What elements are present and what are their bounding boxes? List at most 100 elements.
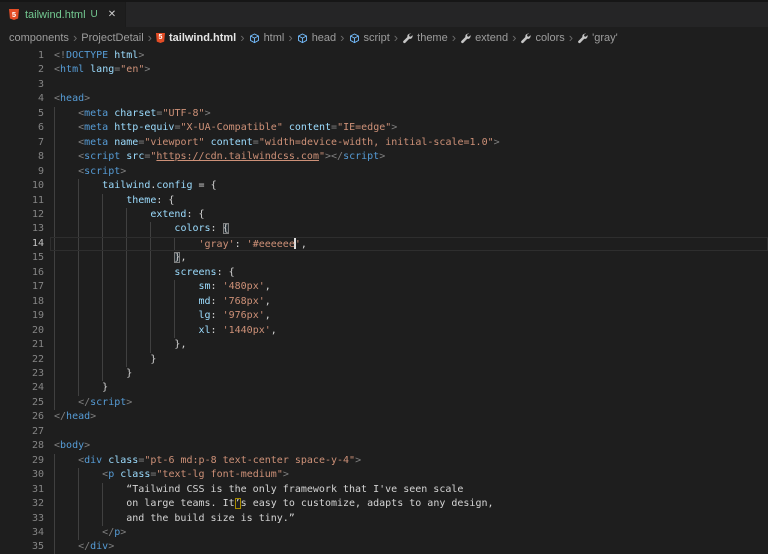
code-editor[interactable]: 1 <!DOCTYPE html> 2 <html lang="en"> 3 4 <head…: [0, 49, 768, 554]
breadcrumb-item-extend[interactable]: extend: [460, 32, 508, 44]
breadcrumb-item-theme[interactable]: theme: [402, 32, 448, 44]
code-line-content: <meta http-equiv="X-UA-Compatible" conte…: [54, 121, 768, 136]
code-line-content: extend: {: [54, 207, 768, 223]
breadcrumb-item--gray-[interactable]: 'gray': [577, 32, 618, 44]
code-line-2[interactable]: 2 <html lang="en">: [0, 63, 768, 77]
code-line-25[interactable]: 25 </script>: [0, 395, 768, 411]
code-line-3[interactable]: 3: [0, 78, 768, 92]
unicode-highlight-char: ’: [234, 498, 241, 510]
code-line-9[interactable]: 9 <script>: [0, 164, 768, 180]
code-line-24[interactable]: 24 }: [0, 381, 768, 396]
code-line-28[interactable]: 28 <body>: [0, 439, 768, 453]
breadcrumb-item-components[interactable]: components: [9, 32, 69, 44]
code-line-17[interactable]: 17 sm: '480px',: [0, 280, 768, 295]
code-line-19[interactable]: 19 lg: '976px',: [0, 309, 768, 324]
code-line-31[interactable]: 31 “Tailwind CSS is the only framework t…: [0, 482, 768, 498]
code-token: {: [198, 208, 205, 220]
code-line-13[interactable]: 13 colors: {: [0, 222, 768, 237]
code-line-23[interactable]: 23 }: [0, 366, 768, 382]
code-token: div: [84, 454, 103, 466]
code-line-27[interactable]: 27: [0, 425, 768, 439]
close-icon[interactable]: ✕: [108, 9, 116, 20]
code-line-15[interactable]: 15 },: [0, 251, 768, 266]
line-number: 35: [31, 541, 44, 553]
breadcrumb-item-head[interactable]: head: [297, 32, 336, 44]
breadcrumb-separator-icon: ›: [512, 29, 517, 45]
code-token: theme: [126, 194, 157, 206]
breadcrumb-separator-icon: ›: [240, 29, 245, 45]
code-line-8[interactable]: 8 <script src="https://cdn.tailwindcss.c…: [0, 150, 768, 165]
code-token: html: [60, 64, 85, 76]
code-line-29[interactable]: 29 <div class="pt-6 md:p-8 text-center s…: [0, 453, 768, 469]
code-token: ,: [180, 252, 187, 264]
code-line-4[interactable]: 4 <head>: [0, 92, 768, 106]
code-line-6[interactable]: 6 <meta http-equiv="X-UA-Compatible" con…: [0, 121, 768, 136]
detected-link[interactable]: https://cdn.tailwindcss.com: [156, 151, 319, 162]
code-line-content: <head>: [54, 92, 768, 106]
code-token: ,: [264, 310, 271, 322]
code-token: '#eeeeee: [246, 238, 295, 250]
code-token: ': [294, 238, 301, 250]
breadcrumb-separator-icon: ›: [288, 29, 293, 45]
line-number: 6: [37, 122, 44, 134]
code-token: :: [210, 310, 223, 322]
code-token: },: [174, 339, 187, 351]
code-line-18[interactable]: 18 md: '768px',: [0, 294, 768, 310]
breadcrumb-item-projectdetail[interactable]: ProjectDetail: [81, 32, 143, 44]
code-token: }: [126, 367, 133, 379]
code-line-34[interactable]: 34 </p>: [0, 525, 768, 541]
code-line-12[interactable]: 12 extend: {: [0, 207, 768, 223]
code-line-32[interactable]: 32 on large teams. It’s easy to customiz…: [0, 497, 768, 512]
code-line-26[interactable]: 26 </head>: [0, 410, 768, 424]
breadcrumb-item-html[interactable]: html: [249, 32, 284, 44]
code-line-22[interactable]: 22 }: [0, 352, 768, 367]
code-token: md: [198, 295, 211, 307]
code-line-11[interactable]: 11 theme: {: [0, 193, 768, 208]
code-token: xl: [198, 324, 211, 336]
code-token: '768px': [222, 295, 265, 307]
code-token: :: [210, 281, 223, 293]
code-line-content: </head>: [54, 410, 768, 424]
code-line-7[interactable]: 7 <meta name="viewport" content="width=d…: [0, 135, 768, 151]
code-token: '1440px': [222, 324, 271, 336]
symbol-property-wrench-icon: [402, 32, 413, 44]
code-token: meta: [84, 136, 109, 148]
line-number: 18: [31, 295, 44, 307]
code-line-21[interactable]: 21 },: [0, 338, 768, 353]
code-line-1[interactable]: 1 <!DOCTYPE html>: [0, 49, 768, 63]
line-number: 10: [31, 180, 44, 192]
code-line-content: <p class="text-lg font-medium">: [54, 468, 768, 483]
code-line-20[interactable]: 20 xl: '1440px',: [0, 323, 768, 339]
breadcrumb-item-script[interactable]: script: [349, 32, 390, 44]
html5-file-icon: 5: [155, 33, 165, 43]
code-token: >: [493, 136, 500, 148]
code-line-16[interactable]: 16 screens: {: [0, 265, 768, 281]
tab-tailwind-html[interactable]: 5 tailwind.html U ✕: [0, 2, 127, 27]
symbol-element-icon: [297, 33, 308, 44]
code-line-5[interactable]: 5 <meta charset="UTF-8">: [0, 106, 768, 122]
breadcrumb-item-tailwind-html[interactable]: 5 tailwind.html: [155, 32, 236, 44]
code-line-35[interactable]: 35 </div>: [0, 540, 768, 554]
html5-file-icon: 5: [9, 9, 19, 20]
code-line-content: screens: {: [54, 265, 768, 281]
code-line-content: 'gray': '#eeeeee',: [54, 236, 768, 252]
code-line-10[interactable]: 10 tailwind.config = {: [0, 179, 768, 194]
line-number: 19: [31, 310, 44, 322]
code-line-14[interactable]: 14 'gray': '#eeeeee',: [0, 236, 768, 252]
code-token: "X-UA-Compatible": [180, 122, 283, 134]
code-token: script: [84, 165, 121, 177]
code-line-30[interactable]: 30 <p class="text-lg font-medium">: [0, 468, 768, 483]
code-token: script: [343, 151, 380, 163]
breadcrumb-item-colors[interactable]: colors: [520, 32, 565, 44]
code-line-33[interactable]: 33 and the build size is tiny.”: [0, 511, 768, 526]
code-token: head: [60, 93, 85, 105]
